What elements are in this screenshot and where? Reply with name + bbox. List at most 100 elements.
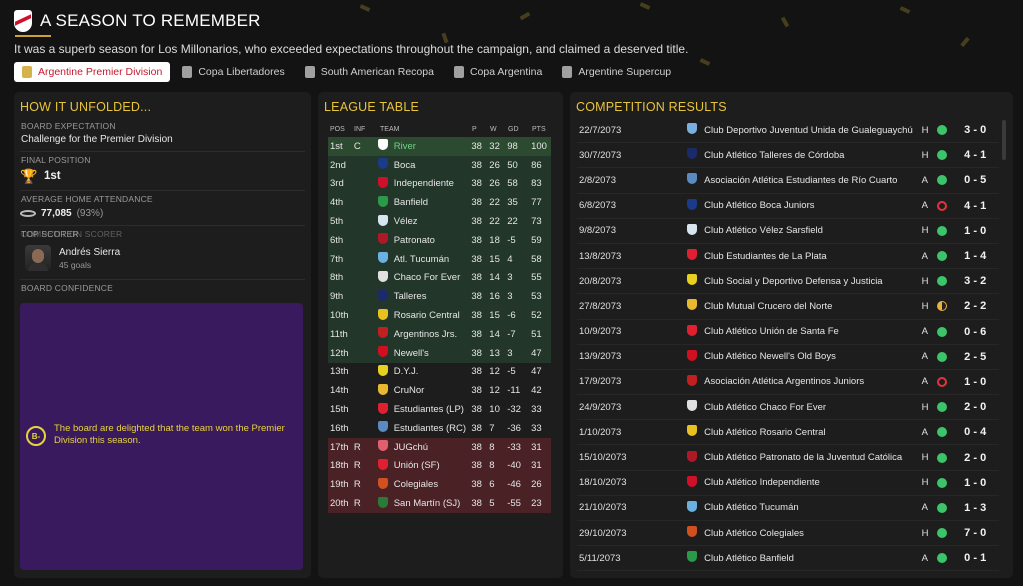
team-name[interactable]: Banfield <box>392 197 472 208</box>
opponent-name[interactable]: Club Atlético Banfield <box>701 553 921 564</box>
col-team[interactable]: TEAM <box>378 126 472 133</box>
opponent-name[interactable]: Club Atlético Independiente <box>701 477 921 488</box>
opponent-name[interactable]: Asociación Atlética Estudiantes de Río C… <box>701 175 921 186</box>
result-row[interactable]: 17/9/2073 Asociación Atlética Argentinos … <box>577 370 999 396</box>
col-pts[interactable]: PTS <box>532 126 552 133</box>
opponent-name[interactable]: Club Social y Deportivo Defensa y Justic… <box>701 276 921 287</box>
result-row[interactable]: 29/10/2073 Club Atlético Colegiales H 7 - 0 <box>577 521 999 547</box>
result-row[interactable]: 18/10/2073 Club Atlético Independiente H 1 … <box>577 471 999 496</box>
result-row[interactable]: 22/7/2073 Club Deportivo Juventud Unida d… <box>577 118 999 144</box>
result-row[interactable]: 13/9/2073 Club Atlético Newell's Old Boys… <box>577 345 999 370</box>
table-row[interactable]: 10th Rosario Central 38 15 -6 52 <box>328 306 551 325</box>
result-row[interactable]: 24/9/2073 Club Atlético Chaco For Ever H 2 … <box>577 395 999 421</box>
table-row[interactable]: 20th R San Martín (SJ) 38 5 -55 23 <box>328 494 551 513</box>
team-name[interactable]: Independiente <box>392 178 472 189</box>
tab-competition[interactable]: Copa Argentina <box>446 62 550 82</box>
table-row[interactable]: 13th D.Y.J. 38 12 -5 47 <box>328 363 551 382</box>
table-row[interactable]: 5th Vélez 38 22 22 73 <box>328 212 551 231</box>
opponent-name[interactable]: Club Mutual Crucero del Norte <box>701 301 921 312</box>
team-name[interactable]: Estudiantes (LP) <box>392 404 472 415</box>
result-row[interactable]: 27/8/2073 Club Mutual Crucero del Norte H 2… <box>577 294 999 320</box>
match-score[interactable]: 0 - 6 <box>951 326 999 338</box>
top-scorer-name[interactable]: Andrés Sierra <box>59 247 120 258</box>
result-row[interactable]: 20/8/2073 Club Social y Deportivo Defensa… <box>577 269 999 295</box>
opponent-name[interactable]: Club Atlético Boca Juniors <box>701 200 921 211</box>
match-score[interactable]: 4 - 1 <box>951 149 999 161</box>
opponent-name[interactable]: Club Atlético Rosario Central <box>701 427 921 438</box>
top-scorer-section[interactable]: TOP SCORER COMPETITION SCORER Andrés Sie… <box>20 226 305 280</box>
table-row[interactable]: 6th Patronato 38 18 -5 59 <box>328 230 551 250</box>
team-name[interactable]: Rosario Central <box>392 310 472 321</box>
match-score[interactable]: 2 - 2 <box>951 300 999 312</box>
table-row[interactable]: 19th R Colegiales 38 6 -46 26 <box>328 475 551 495</box>
match-score[interactable]: 0 - 5 <box>951 174 999 186</box>
opponent-name[interactable]: Club Estudiantes de La Plata <box>701 251 921 262</box>
opponent-name[interactable]: Club Atlético Talleres de Córdoba <box>701 150 921 161</box>
match-score[interactable]: 3 - 0 <box>951 124 999 136</box>
result-row[interactable]: 1/10/2073 Club Atlético Rosario Central A 0… <box>577 420 999 446</box>
table-row[interactable]: 16th Estudiantes (RC) 38 7 -36 33 <box>328 419 551 438</box>
team-name[interactable]: CruNor <box>392 385 472 396</box>
team-name[interactable]: Unión (SF) <box>392 460 472 471</box>
team-name[interactable]: Argentinos Jrs. <box>392 329 472 340</box>
match-score[interactable]: 2 - 0 <box>951 452 999 464</box>
match-score[interactable]: 1 - 0 <box>951 376 999 388</box>
result-row[interactable]: 21/10/2073 Club Atlético Tucumán A 1 - 3 <box>577 496 999 521</box>
team-name[interactable]: Vélez <box>392 216 472 227</box>
result-row[interactable]: 30/7/2073 Club Atlético Talleres de Córdo… <box>577 143 999 169</box>
tab-competition[interactable]: Argentine Supercup <box>554 62 679 82</box>
team-name[interactable]: Boca <box>392 160 472 171</box>
col-pos[interactable]: POS <box>330 126 354 133</box>
team-name[interactable]: Colegiales <box>392 479 472 490</box>
team-name[interactable]: Atl. Tucumán <box>392 254 472 265</box>
team-name[interactable]: Estudiantes (RC) <box>392 423 472 434</box>
tab-competition[interactable]: Argentine Premier Division <box>14 62 171 82</box>
result-row[interactable]: 2/8/2073 Asociación Atlética Estudiantes … <box>577 168 999 194</box>
team-name[interactable]: Newell's <box>392 348 472 359</box>
table-row[interactable]: 2nd Boca 38 26 50 86 <box>328 155 551 175</box>
opponent-name[interactable]: Asociación Atlética Argentinos Juniors <box>701 376 921 387</box>
tab-competition[interactable]: Copa Libertadores <box>174 62 292 82</box>
result-row[interactable]: 6/8/2073 Club Atlético Boca Juniors A 4 - 1 <box>577 194 999 219</box>
col-inf[interactable]: INF <box>354 126 378 133</box>
match-score[interactable]: 4 - 1 <box>951 200 999 212</box>
match-score[interactable]: 2 - 0 <box>951 401 999 413</box>
team-name[interactable]: Chaco For Ever <box>392 272 472 283</box>
table-row[interactable]: 11th Argentinos Jrs. 38 14 -7 51 <box>328 324 551 344</box>
team-name[interactable]: Patronato <box>392 235 472 246</box>
table-row[interactable]: 18th R Unión (SF) 38 8 -40 31 <box>328 456 551 476</box>
opponent-name[interactable]: Club Atlético Vélez Sarsfield <box>701 225 921 236</box>
match-score[interactable]: 7 - 0 <box>951 527 999 539</box>
team-name[interactable]: San Martín (SJ) <box>392 498 472 509</box>
match-score[interactable]: 0 - 1 <box>951 552 999 564</box>
team-name[interactable]: D.Y.J. <box>392 366 472 377</box>
result-row[interactable]: 10/9/2073 Club Atlético Unión de Santa Fe… <box>577 320 999 345</box>
team-name[interactable]: JUGchú <box>392 442 472 453</box>
table-row[interactable]: 17th R JUGchú 38 8 -33 31 <box>328 437 551 457</box>
match-score[interactable]: 0 - 4 <box>951 426 999 438</box>
table-row[interactable]: 1st C River 38 32 98 100 <box>328 137 551 156</box>
col-gd[interactable]: GD <box>508 126 532 133</box>
match-score[interactable]: 1 - 3 <box>951 502 999 514</box>
results-scrollbar[interactable] <box>1002 120 1006 160</box>
opponent-name[interactable]: Club Atlético Tucumán <box>701 502 921 513</box>
opponent-name[interactable]: Club Atlético Patronato de la Juventud C… <box>701 452 921 463</box>
match-score[interactable]: 1 - 4 <box>951 250 999 262</box>
table-row[interactable]: 9th Talleres 38 16 3 53 <box>328 287 551 307</box>
opponent-name[interactable]: Club Deportivo Juventud Unida de Gualegu… <box>701 125 921 136</box>
col-p[interactable]: P <box>472 126 490 133</box>
match-score[interactable]: 1 - 0 <box>951 225 999 237</box>
match-score[interactable]: 1 - 0 <box>951 477 999 489</box>
table-row[interactable]: 3rd Independiente 38 26 58 83 <box>328 174 551 194</box>
table-row[interactable]: 7th Atl. Tucumán 38 15 4 58 <box>328 249 551 269</box>
match-score[interactable]: 3 - 2 <box>951 275 999 287</box>
table-row[interactable]: 12th Newell's 38 13 3 47 <box>328 343 551 363</box>
opponent-name[interactable]: Club Atlético Colegiales <box>701 528 921 539</box>
result-row[interactable]: 13/8/2073 Club Estudiantes de La Plata A 1 … <box>577 244 999 270</box>
result-row[interactable]: 9/8/2073 Club Atlético Vélez Sarsfield H 1 … <box>577 219 999 244</box>
opponent-name[interactable]: Club Atlético Unión de Santa Fe <box>701 326 921 337</box>
opponent-name[interactable]: Club Atlético Chaco For Ever <box>701 402 921 413</box>
table-row[interactable]: 4th Banfield 38 22 35 77 <box>328 193 551 213</box>
tab-competition[interactable]: South American Recopa <box>297 62 442 82</box>
opponent-name[interactable]: Club Atlético Newell's Old Boys <box>701 351 921 362</box>
